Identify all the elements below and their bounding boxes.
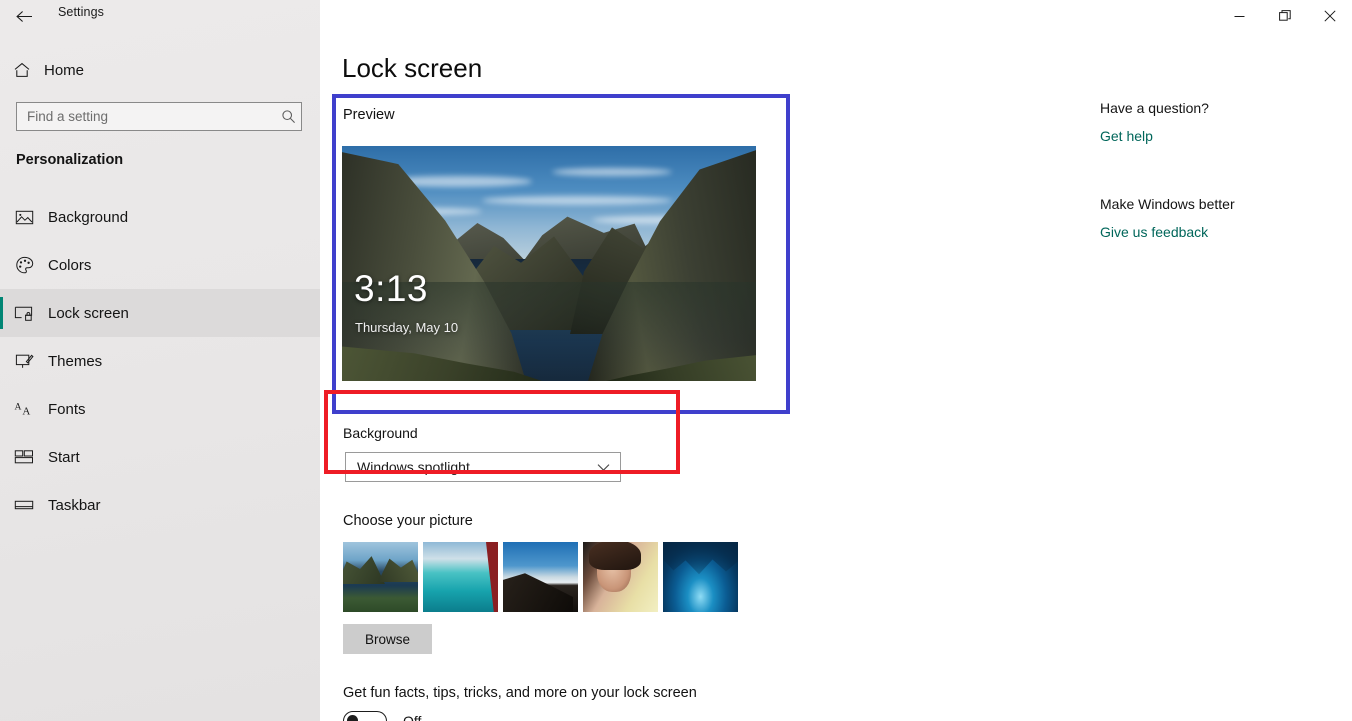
sidebar-item-colors[interactable]: Colors: [0, 241, 320, 289]
svg-text:A: A: [22, 406, 30, 418]
sidebar-item-themes-label: Themes: [48, 352, 103, 370]
preview-cloud: [482, 196, 672, 205]
sidebar-item-background[interactable]: Background: [0, 193, 320, 241]
restore-icon[interactable]: [1262, 0, 1307, 32]
browse-button[interactable]: Browse: [343, 624, 432, 654]
fjord-lake-thumbnail[interactable]: [343, 542, 418, 612]
sidebar-item-themes[interactable]: Themes: [0, 337, 320, 385]
fun-facts-toggle[interactable]: [343, 711, 387, 721]
sidebar-item-fonts-label: Fonts: [48, 400, 86, 418]
background-select[interactable]: Windows spotlight: [345, 452, 621, 482]
home-icon: [0, 61, 44, 79]
image-icon: [0, 209, 48, 226]
sidebar-item-start-label: Start: [48, 448, 80, 466]
chevron-down-icon: [586, 463, 620, 472]
sidebar-item-taskbar[interactable]: Taskbar: [0, 481, 320, 529]
search-icon: [275, 109, 301, 124]
fun-facts-toggle-row: Off: [343, 711, 421, 721]
portrait-thumbnail[interactable]: [583, 542, 658, 612]
page-title: Lock screen: [342, 53, 483, 83]
feedback-heading: Make Windows better: [1100, 196, 1235, 212]
sidebar-item-taskbar-label: Taskbar: [48, 496, 101, 514]
sidebar-item-lock-screen-label: Lock screen: [48, 304, 129, 322]
preview-label: Preview: [343, 107, 395, 123]
background-select-value: Windows spotlight: [357, 459, 470, 475]
sidebar-nav: Background Colors Lock screen Themes A A…: [0, 193, 320, 529]
svg-text:A: A: [14, 402, 21, 413]
settings-window: Settings Home Personalization: [0, 0, 1352, 721]
sidebar-item-background-label: Background: [48, 208, 129, 226]
start-grid-icon: [0, 449, 48, 465]
fun-facts-toggle-state: Off: [403, 713, 422, 721]
choose-picture-label: Choose your picture: [343, 513, 473, 529]
preview-cloud: [552, 168, 672, 176]
turquoise-sea-thumbnail[interactable]: [423, 542, 498, 612]
lock-screen-preview-image: 3:13 Thursday, May 10: [342, 146, 756, 381]
sidebar-item-home[interactable]: Home: [0, 54, 320, 86]
help-question-heading: Have a question?: [1100, 100, 1209, 116]
palette-icon: [0, 256, 48, 274]
fonts-icon: A A: [0, 400, 48, 418]
lock-screen-icon: [0, 305, 48, 322]
sidebar-item-lock-screen[interactable]: Lock screen: [0, 289, 320, 337]
sidebar-item-home-label: Home: [44, 61, 85, 79]
window-controls: [1217, 0, 1352, 32]
close-icon[interactable]: [1307, 0, 1352, 32]
search-input[interactable]: [17, 109, 275, 124]
fun-facts-label: Get fun facts, tips, tricks, and more on…: [343, 685, 697, 701]
preview-clock-date: Thursday, May 10: [355, 320, 459, 335]
give-feedback-link[interactable]: Give us feedback: [1100, 224, 1208, 240]
window-titlebar: [320, 0, 1352, 32]
preview-clock-time: 3:13: [354, 268, 429, 309]
sidebar-category-heading: Personalization: [16, 152, 124, 168]
sidebar: Settings Home Personalization: [0, 0, 320, 721]
main-content: Lock screen Preview 3:13 Thursday, May 1…: [320, 32, 1352, 721]
brush-icon: [0, 352, 48, 370]
dark-hill-shore-thumbnail[interactable]: [503, 542, 578, 612]
sidebar-item-colors-label: Colors: [48, 256, 92, 274]
background-label: Background: [343, 425, 418, 441]
app-title: Settings: [58, 5, 104, 19]
blue-ice-cave-thumbnail[interactable]: [663, 542, 738, 612]
sidebar-item-fonts[interactable]: A A Fonts: [0, 385, 320, 433]
taskbar-icon: [0, 498, 48, 512]
sidebar-titlebar: Settings: [0, 0, 320, 32]
picture-thumbnail-list: [343, 542, 738, 612]
back-arrow-icon[interactable]: [8, 2, 40, 30]
sidebar-item-start[interactable]: Start: [0, 433, 320, 481]
toggle-knob: [347, 715, 358, 721]
minimize-icon[interactable]: [1217, 0, 1262, 32]
search-box[interactable]: [16, 102, 302, 131]
get-help-link[interactable]: Get help: [1100, 128, 1153, 144]
